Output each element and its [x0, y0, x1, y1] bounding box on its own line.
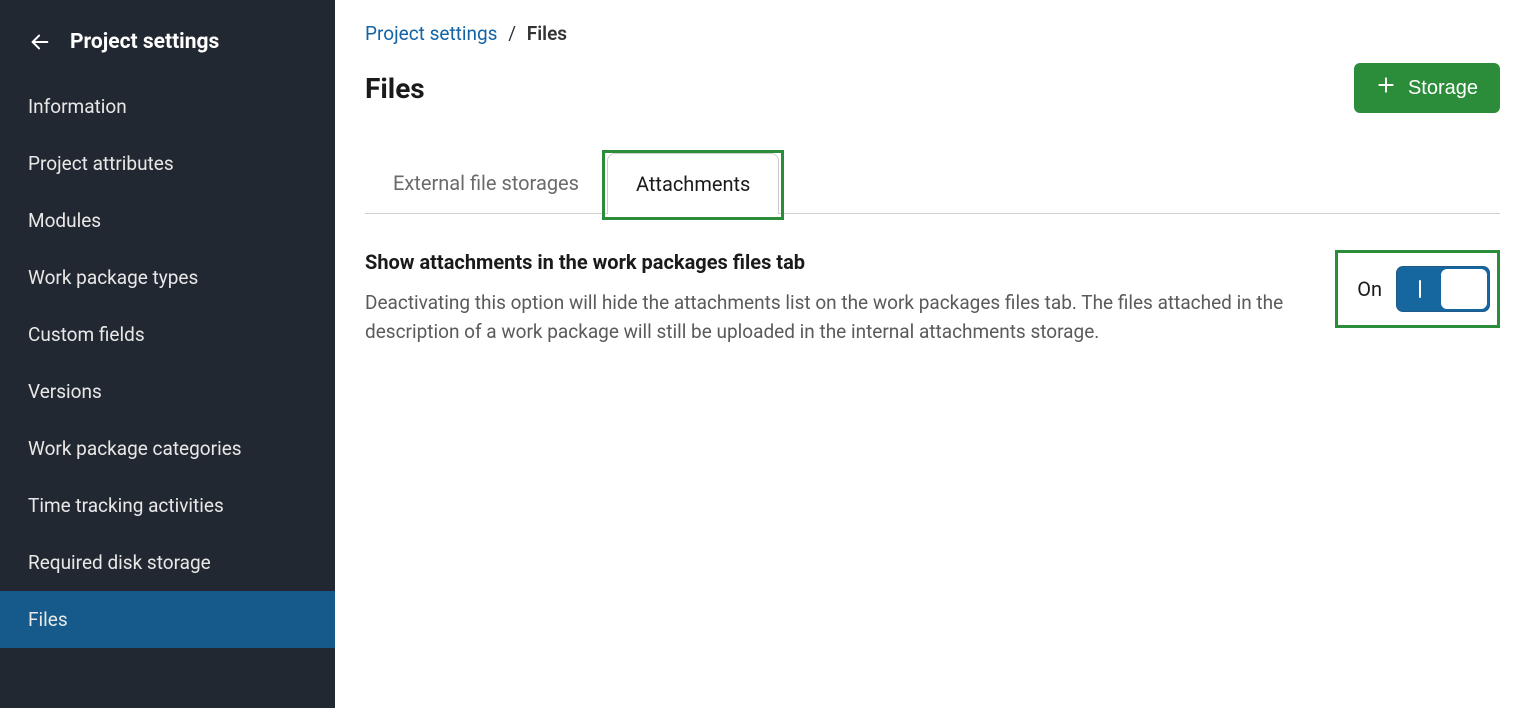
sidebar-item-work-package-categories[interactable]: Work package categories: [0, 420, 335, 477]
sidebar-item-modules[interactable]: Modules: [0, 192, 335, 249]
tabs: External file storages Attachments: [365, 153, 1500, 214]
breadcrumb-current: Files: [527, 22, 567, 45]
sidebar-header: Project settings: [0, 20, 335, 78]
sidebar-item-work-package-types[interactable]: Work package types: [0, 249, 335, 306]
sidebar-item-project-attributes[interactable]: Project attributes: [0, 135, 335, 192]
tab-external-file-storages[interactable]: External file storages: [365, 153, 607, 213]
page-title: Files: [365, 72, 425, 105]
tab-attachments[interactable]: Attachments: [607, 153, 779, 214]
toggle-thumb: [1441, 269, 1487, 309]
setting-row: Show attachments in the work packages fi…: [365, 250, 1500, 347]
page-header: Files Storage: [365, 63, 1500, 113]
storage-button-label: Storage: [1408, 77, 1478, 100]
back-arrow-icon[interactable]: [28, 30, 52, 54]
toggle-group: On: [1335, 250, 1500, 328]
breadcrumb: Project settings / Files: [365, 22, 1500, 45]
breadcrumb-parent-link[interactable]: Project settings: [365, 22, 497, 45]
setting-text: Show attachments in the work packages fi…: [365, 250, 1295, 347]
add-storage-button[interactable]: Storage: [1354, 63, 1500, 113]
toggle-on-indicator-icon: [1419, 280, 1421, 298]
sidebar-item-files[interactable]: Files: [0, 591, 335, 648]
tab-attachments-label: Attachments: [636, 172, 750, 196]
sidebar-item-custom-fields[interactable]: Custom fields: [0, 306, 335, 363]
sidebar: Project settings Information Project att…: [0, 0, 335, 708]
sidebar-title: Project settings: [70, 30, 219, 54]
sidebar-item-required-disk-storage[interactable]: Required disk storage: [0, 534, 335, 591]
setting-title: Show attachments in the work packages fi…: [365, 250, 1295, 274]
sidebar-item-information[interactable]: Information: [0, 78, 335, 135]
setting-description: Deactivating this option will hide the a…: [365, 288, 1295, 347]
attachments-toggle[interactable]: [1396, 266, 1490, 312]
sidebar-item-time-tracking-activities[interactable]: Time tracking activities: [0, 477, 335, 534]
breadcrumb-separator: /: [508, 22, 516, 45]
sidebar-item-versions[interactable]: Versions: [0, 363, 335, 420]
toggle-state-label: On: [1357, 277, 1382, 301]
plus-icon: [1376, 75, 1396, 101]
main-content: Project settings / Files Files Storage E…: [335, 0, 1518, 708]
